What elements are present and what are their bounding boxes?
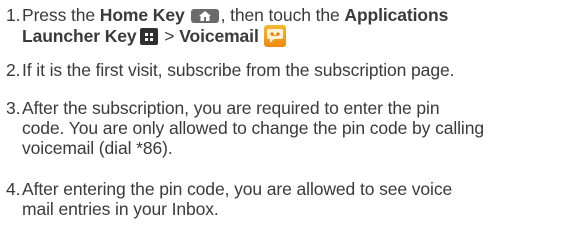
voicemail-label: Voicemail xyxy=(179,26,259,46)
step-text: Press the Home Key , then touch the Appli… xyxy=(6,5,580,47)
step-2: 2. If it is the first visit, subscribe f… xyxy=(6,60,580,80)
text-run: Press the xyxy=(22,5,100,25)
step-3: 3. After the subscription, you are requi… xyxy=(6,98,580,158)
step-number: 4. xyxy=(6,179,21,199)
voicemail-app-icon xyxy=(263,25,286,47)
step-line: Press the Home Key , then touch the Appli… xyxy=(22,5,580,25)
step-text: If it is the first visit, subscribe from… xyxy=(6,60,580,80)
step-line: Launcher Key > Voicemail xyxy=(22,25,580,47)
launcher-key-label: Launcher Key xyxy=(22,26,137,46)
step-number: 1. xyxy=(6,5,21,25)
step-number: 2. xyxy=(6,60,21,80)
step-4: 4. After entering the pin code, you are … xyxy=(6,179,580,219)
step-1: 1. Press the Home Key , then touch the Ap… xyxy=(6,5,580,47)
step-text: After the subscription, you are required… xyxy=(6,98,580,158)
applications-key-label: Applications xyxy=(344,5,449,25)
step-line: mail entries in your Inbox. xyxy=(22,199,219,219)
applications-launcher-icon xyxy=(139,28,158,45)
text-run: , then touch the xyxy=(220,5,345,25)
step-line: If it is the first visit, subscribe from… xyxy=(22,60,455,80)
step-line: After the subscription, you are required… xyxy=(22,98,440,118)
step-line: After entering the pin code, you are all… xyxy=(22,179,453,199)
step-number: 3. xyxy=(6,98,21,118)
home-key-label: Home Key xyxy=(99,5,185,25)
instructions-document: 1. Press the Home Key , then touch the Ap… xyxy=(0,0,582,240)
step-line: code. You are only allowed to change the… xyxy=(22,118,484,138)
text-run: > xyxy=(159,26,180,46)
step-text: After entering the pin code, you are all… xyxy=(6,179,580,219)
home-key-icon xyxy=(190,9,219,23)
step-line: voicemail (dial *86). xyxy=(22,138,173,158)
